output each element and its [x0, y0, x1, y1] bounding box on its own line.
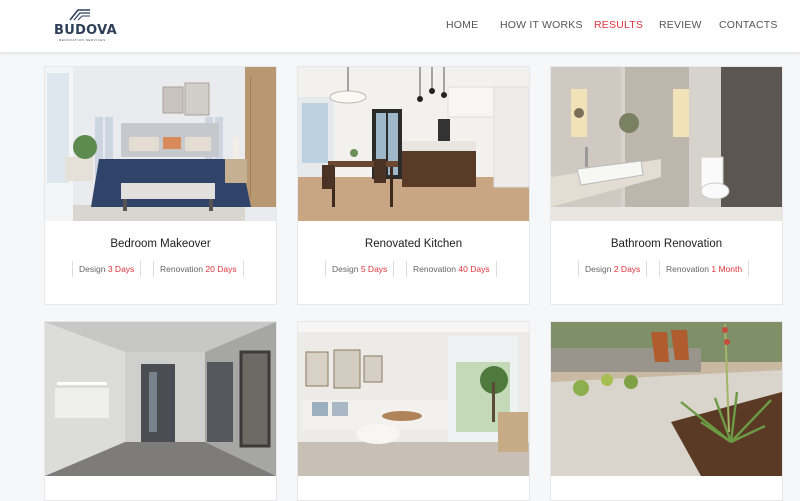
living-room-photo	[298, 322, 529, 476]
renovation-label: Renovation	[160, 264, 204, 274]
bathroom-photo	[551, 67, 782, 221]
project-card-living-room[interactable]	[297, 321, 530, 501]
renovation-label: Renovation	[413, 264, 457, 274]
design-duration: Design 3 Days	[72, 261, 142, 277]
garden-photo	[551, 322, 782, 476]
design-duration: Design 5 Days	[325, 261, 395, 277]
renovation-label: Renovation	[666, 264, 710, 274]
hallway-photo	[45, 322, 276, 476]
project-card-bedroom[interactable]: Bedroom Makeover Design 3 Days Renovatio…	[44, 66, 277, 305]
project-card-bathroom[interactable]: Bathroom Renovation Design 2 Days Renova…	[550, 66, 783, 305]
card-title: Bedroom Makeover	[110, 238, 211, 250]
card-title: Renovated Kitchen	[364, 238, 463, 250]
renovation-value: 20 Days	[205, 264, 237, 274]
nav-review[interactable]: REVIEW	[659, 19, 702, 31]
renovation-value: 1 Month	[711, 264, 743, 274]
brand-name: BUDOVA	[54, 23, 117, 38]
nav-contacts[interactable]: CONTACTS	[719, 19, 778, 31]
brand-tagline: RENOVATION SERVICES	[59, 38, 106, 42]
kitchen-photo	[298, 67, 529, 221]
logo-mark-icon	[69, 9, 90, 21]
card-title: Bathroom Renovation	[610, 238, 723, 250]
renovation-duration: Renovation 1 Month	[659, 261, 750, 277]
renovation-duration: Renovation 20 Days	[153, 261, 244, 277]
design-value: 2 Days	[613, 264, 641, 274]
brand-logo[interactable]: BUDOVA RENOVATION SERVICES	[54, 8, 117, 42]
project-card-garden[interactable]	[550, 321, 783, 501]
nav-results[interactable]: RESULTS	[594, 19, 643, 31]
project-card-hallway[interactable]	[44, 321, 277, 501]
project-card-kitchen[interactable]: Renovated Kitchen Design 5 Days Renovati…	[297, 66, 530, 305]
nav-home[interactable]: HOME	[446, 19, 478, 31]
bedroom-photo	[45, 67, 276, 221]
design-value: 5 Days	[360, 264, 388, 274]
renovation-value: 40 Days	[458, 264, 490, 274]
design-label: Design	[79, 264, 106, 274]
design-value: 3 Days	[107, 264, 135, 274]
design-label: Design	[585, 264, 612, 274]
design-duration: Design 2 Days	[578, 261, 648, 277]
renovation-duration: Renovation 40 Days	[406, 261, 497, 277]
site-header: BUDOVA RENOVATION SERVICES HOME HOW IT W…	[0, 0, 800, 52]
design-label: Design	[332, 264, 359, 274]
nav-how-it-works[interactable]: HOW IT WORKS	[500, 19, 583, 31]
